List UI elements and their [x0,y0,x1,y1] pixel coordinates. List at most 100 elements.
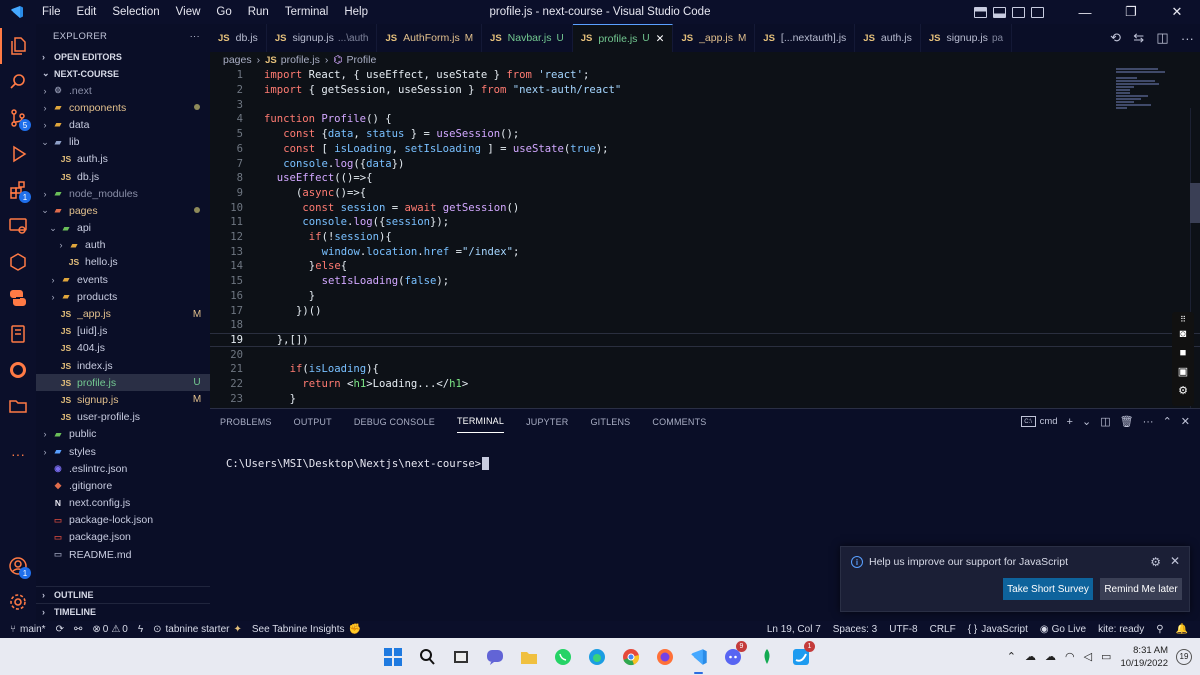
panel-tab-jupyter[interactable]: JUPYTER [526,411,568,433]
breadcrumb-folder[interactable]: pages [223,54,252,66]
wifi-icon[interactable]: ◠ [1065,650,1075,663]
tree-item[interactable]: ◆ .gitignore [36,477,210,494]
kite-status[interactable]: kite: ready [1098,624,1144,635]
tree-item[interactable]: ⌄ ▰ pages [36,202,210,219]
maximize-panel-icon[interactable]: ⌃ [1163,415,1172,428]
tree-item[interactable]: JS index.js [36,357,210,374]
tree-item[interactable]: ▭ package-lock.json [36,512,210,529]
take-survey-button[interactable]: Take Short Survey [1003,578,1093,600]
tree-item[interactable]: › ⚙ .next [36,82,210,99]
code-line[interactable]: 4 function Profile() { [210,112,1200,127]
notification-settings-gear-icon[interactable]: ⚙ [1150,555,1161,569]
tree-item[interactable]: › ▰ components [36,99,210,116]
tree-item[interactable]: › ▰ products [36,288,210,305]
tree-item[interactable]: JS _app.js M [36,305,210,322]
code-editor[interactable]: 1 import React, { useEffect, useState } f… [210,68,1200,408]
tree-item[interactable]: ◉ .eslintrc.json [36,460,210,477]
code-line[interactable]: 17})() [210,303,1200,318]
timeline-history-icon[interactable]: ⟲ [1110,30,1121,46]
chrome-browser-icon[interactable] [618,644,643,669]
sync-icon[interactable]: ⟳ [56,624,64,635]
customize-layout-icon[interactable] [1031,6,1044,18]
clock[interactable]: 8:31 AM 10/19/2022 [1120,644,1168,670]
menu-terminal[interactable]: Terminal [277,6,336,18]
tree-item[interactable]: JS profile.js U [36,374,210,392]
code-line[interactable]: 10 const session = await getSession() [210,200,1200,215]
onedrive-icon[interactable]: ☁ [1045,650,1056,663]
task-view-icon[interactable] [448,644,473,669]
editor-tab[interactable]: JS db.js [210,24,267,52]
tree-item[interactable]: JS [uid].js [36,323,210,340]
tree-item[interactable]: Nnext.config.js [36,495,210,512]
close-panel-icon[interactable]: ✕ [1181,415,1190,428]
terminal-selector[interactable]: C:\ cmd [1020,416,1058,427]
run-debug-icon[interactable] [0,136,36,172]
toggle-panel-icon[interactable] [993,6,1006,18]
live-share-icon[interactable]: ⚯ [74,624,82,635]
manage-gear-icon[interactable] [0,584,36,620]
tree-item[interactable]: ⌄ ▰ api [36,220,210,237]
panel-tab-output[interactable]: OUTPUT [294,411,332,433]
new-terminal-plus-icon[interactable]: + [1067,416,1073,428]
panel-tab-terminal[interactable]: TERMINAL [456,410,505,433]
code-line[interactable]: 9 (async()=>{ [210,186,1200,201]
python-icon[interactable] [0,280,36,316]
breadcrumb-file[interactable]: profile.js [281,54,320,66]
code-line[interactable]: 14}else{ [210,259,1200,274]
close-tab-icon[interactable]: ✕ [656,33,665,45]
tree-item[interactable]: › ▰ node_modules [36,185,210,202]
timeline-section[interactable]: › TIMELINE [36,603,210,620]
cloud-icon[interactable]: ☁ [1025,650,1036,663]
code-line[interactable]: 19},[]) [210,332,1200,348]
discord-icon[interactable]: 9 [720,641,747,669]
editor-tab[interactable]: JS profile.js U ✕ [572,24,674,52]
volume-icon[interactable]: ◁ [1084,650,1092,663]
minimap[interactable] [1116,68,1186,128]
tree-item[interactable]: JS auth.js [36,151,210,168]
branch-status[interactable]: ⑂ main* [10,624,46,635]
camera-icon[interactable]: ◙ [1180,324,1187,343]
editor-tab[interactable]: JS AuthForm.js M [377,24,483,52]
restore-button[interactable]: ❐ [1108,0,1154,24]
close-window-button[interactable]: ✕ [1154,0,1200,24]
terminal-prompt-line[interactable]: C:\Users\MSI\Desktop\Nextjs\next-course> [226,457,490,470]
cursor-position[interactable]: Ln 19, Col 7 [767,624,821,635]
twitter-icon[interactable]: 1 [788,641,815,669]
tree-item[interactable]: › ▰ auth [36,237,210,254]
go-live[interactable]: ◉ Go Live [1040,624,1086,635]
chevron-up-icon[interactable]: ⌃ [1007,650,1016,663]
chat-icon[interactable] [482,644,507,669]
split-terminal-icon[interactable]: ◫ [1100,415,1110,428]
vscode-taskbar-icon[interactable] [686,644,711,674]
notification-center-badge[interactable]: 19 [1176,648,1192,665]
code-line[interactable]: 7 console.log({data}) [210,156,1200,171]
code-line[interactable]: 15 setIsLoading(false); [210,274,1200,289]
editor-tab[interactable]: JS signup.js pa [921,24,1013,52]
panel-tab-debug-console[interactable]: DEBUG CONSOLE [354,411,435,433]
notebook-icon[interactable] [0,316,36,352]
extensions-icon[interactable]: 1 [0,172,36,208]
search-icon[interactable] [0,64,36,100]
code-line[interactable]: 21 if(isLoading){ [210,362,1200,377]
open-editors-section[interactable]: › OPEN EDITORS [36,48,210,65]
more-actions-icon[interactable]: ··· [1181,31,1194,46]
code-line[interactable]: 12 if(!session){ [210,230,1200,245]
menu-edit[interactable]: Edit [69,6,105,18]
code-line[interactable]: 22 return <h1>Loading...</h1> [210,377,1200,392]
remind-later-button[interactable]: Remind Me later [1100,578,1182,600]
minimize-button[interactable]: — [1062,0,1108,24]
tree-item[interactable]: › ▰ public [36,426,210,443]
editor-tab[interactable]: JS Navbar.js U [482,24,573,52]
battery-icon[interactable]: ▭ [1101,650,1111,663]
panel-tab-gitlens[interactable]: GITLENS [590,411,630,433]
source-control-icon[interactable]: 5 [0,100,36,136]
toggle-primary-sidebar-icon[interactable] [974,6,987,18]
mongodb-icon[interactable] [754,644,779,669]
toolbar-grip-icon[interactable]: ⠿ [1180,314,1186,324]
code-line[interactable]: 18 [210,318,1200,333]
folder-icon[interactable] [0,388,36,424]
code-line[interactable]: 1 import React, { useEffect, useState } f… [210,68,1200,83]
project-section[interactable]: ⌄ NEXT-COURSE [36,65,210,82]
bell-icon[interactable]: 🔔 [1176,624,1188,635]
explorer-more-actions-icon[interactable]: ··· [190,31,200,42]
